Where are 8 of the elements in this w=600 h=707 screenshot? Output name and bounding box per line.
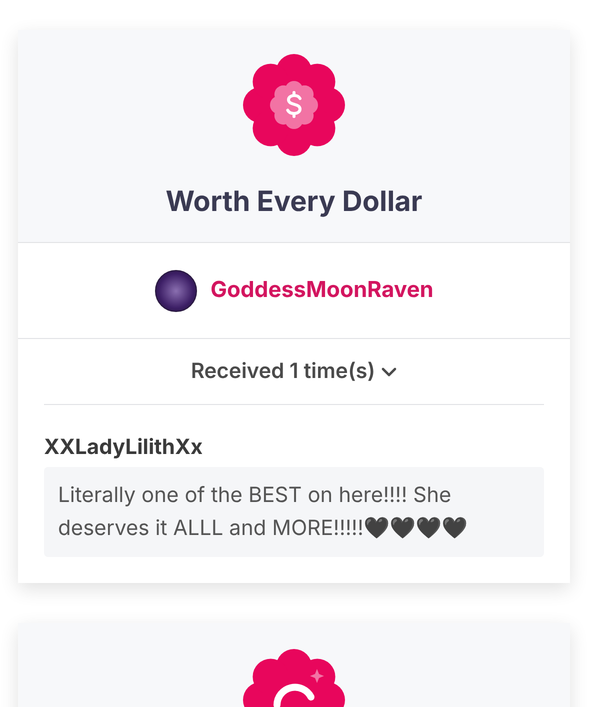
sender-name: XXLadyLilithXx xyxy=(44,435,204,461)
dollar-badge-icon xyxy=(241,52,347,158)
avatar[interactable] xyxy=(154,270,196,312)
award-title: Worth Every Dollar xyxy=(166,184,422,218)
recipient-name[interactable]: GoddessMoonRaven xyxy=(210,274,434,307)
chevron-down-icon xyxy=(381,366,398,376)
received-toggle[interactable]: Received 1 time(s) xyxy=(44,339,544,405)
message-text: Literally one of the BEST on here!!!! She deserves it ALLL and MORE!!!!!🖤🖤🖤🖤 xyxy=(44,467,544,557)
